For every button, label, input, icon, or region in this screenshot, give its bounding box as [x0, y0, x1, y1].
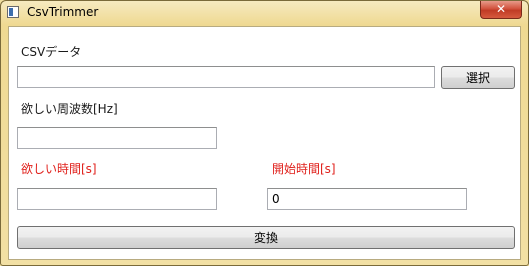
- convert-button[interactable]: 変換: [17, 226, 515, 249]
- window-title: CsvTrimmer: [27, 5, 99, 19]
- start-time-input[interactable]: [267, 188, 467, 210]
- duration-input[interactable]: [17, 188, 217, 210]
- select-file-button[interactable]: 選択: [441, 66, 515, 89]
- close-icon: ✕: [495, 2, 507, 16]
- duration-label: 欲しい時間[s]: [21, 162, 97, 176]
- start-time-label: 開始時間[s]: [272, 162, 336, 176]
- frequency-label: 欲しい周波数[Hz]: [21, 102, 118, 116]
- csv-path-input[interactable]: [17, 66, 435, 88]
- form-panel: CSVデータ 選択 欲しい周波数[Hz] 欲しい時間[s] 開始時間[s] 変換: [8, 26, 521, 260]
- frequency-input[interactable]: [17, 127, 217, 149]
- app-icon: [7, 6, 19, 18]
- csv-data-label: CSVデータ: [21, 45, 82, 59]
- app-window: CsvTrimmer ✕ CSVデータ 選択 欲しい周波数[Hz] 欲しい時間[…: [0, 0, 529, 266]
- close-button[interactable]: ✕: [480, 1, 522, 19]
- title-bar[interactable]: CsvTrimmer ✕: [1, 1, 528, 25]
